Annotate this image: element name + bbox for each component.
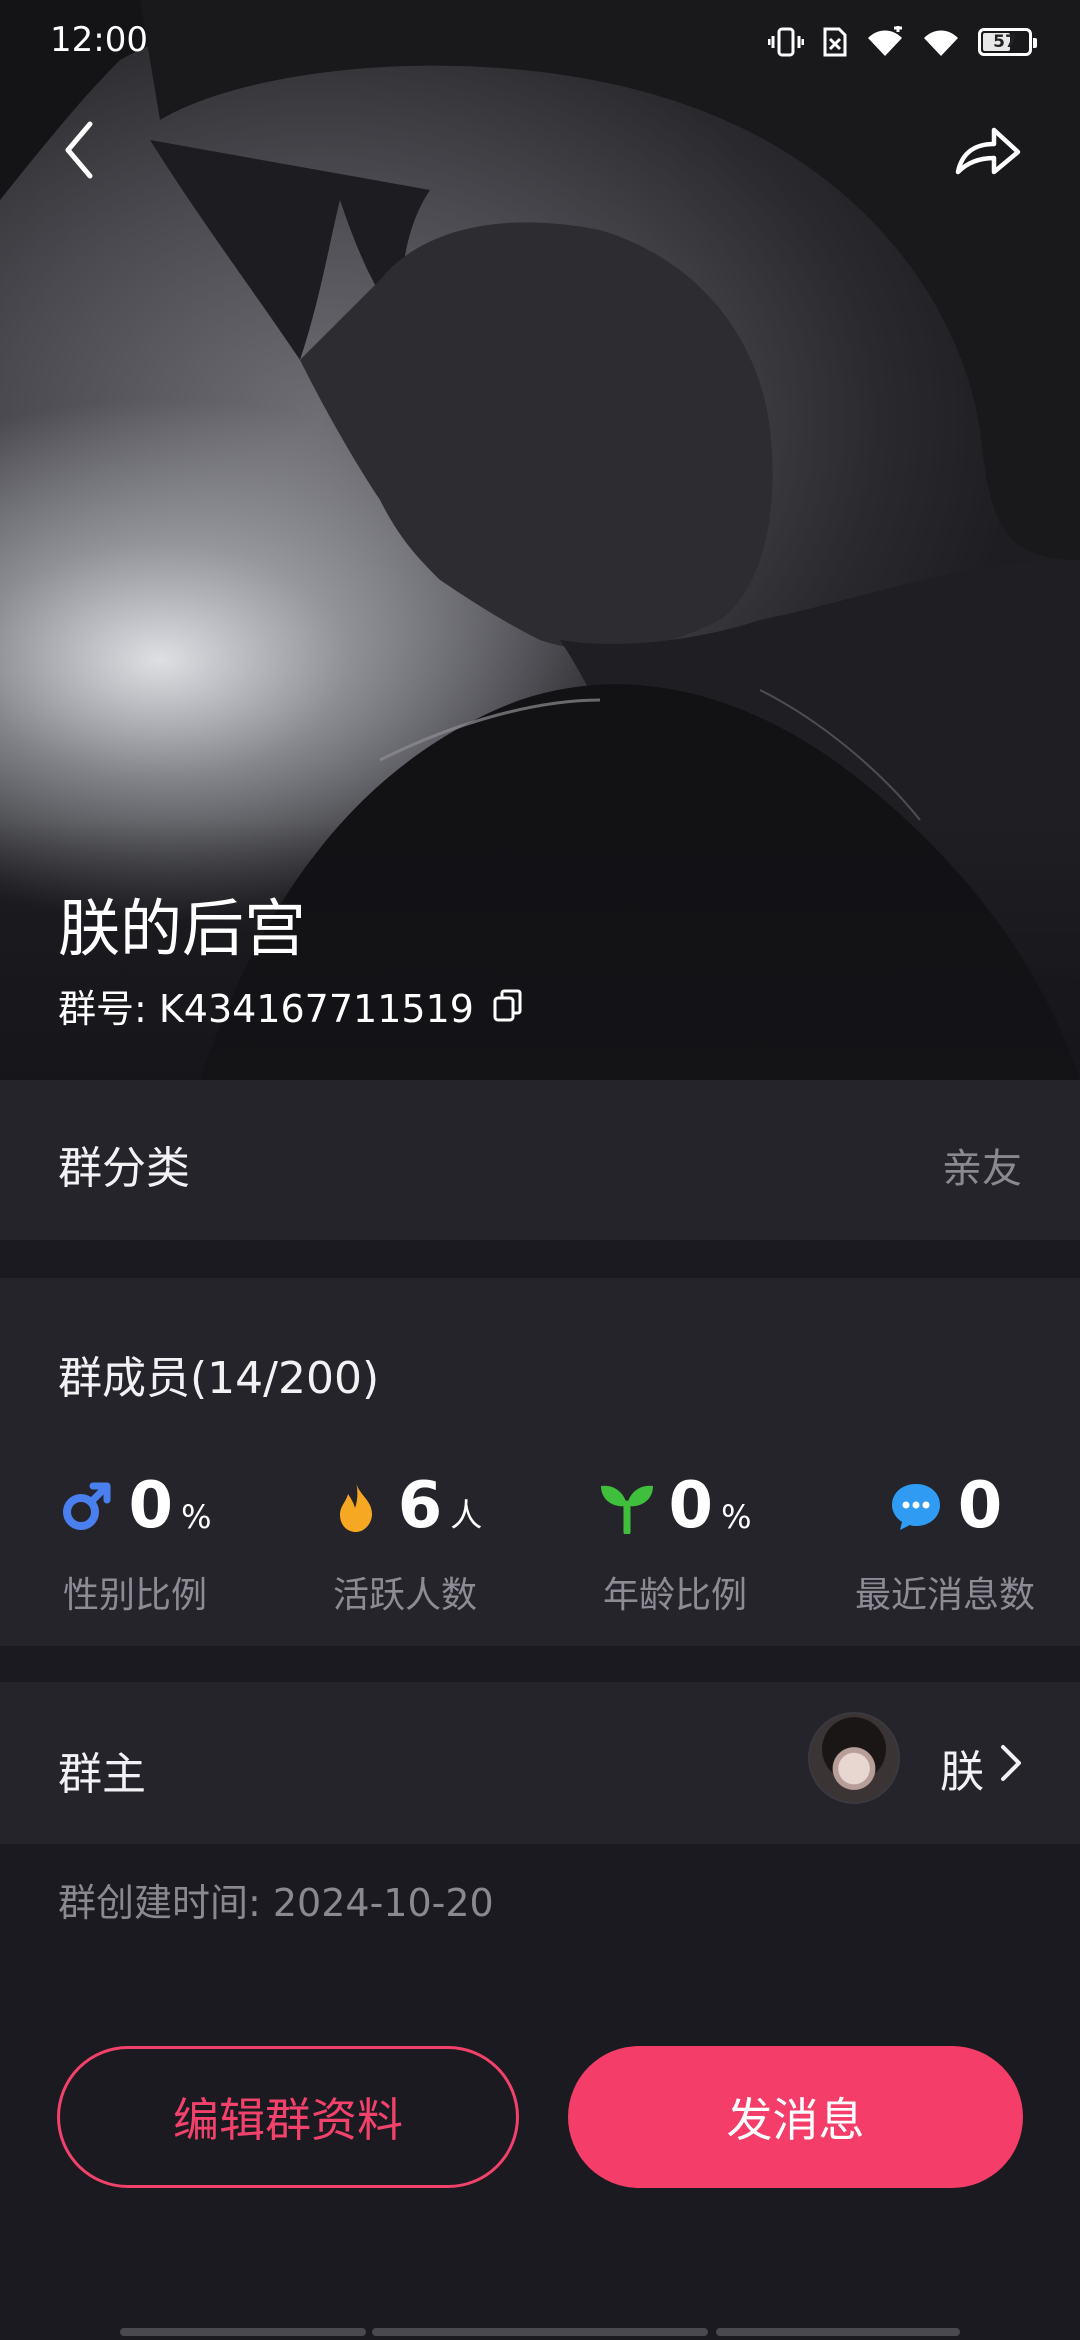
status-time: 12:00 — [50, 20, 148, 60]
stat-active: 6 人 活跃人数 — [270, 1470, 540, 1618]
stat-age-value: 0 — [668, 1469, 714, 1543]
owner-label: 群主 — [58, 1749, 146, 1800]
wifi-icon — [924, 30, 958, 56]
member-stats: 0 % 性别比例 6 人 活跃人数 0 % 年龄比例 0 最近消息数 — [0, 1470, 1080, 1620]
chevron-left-icon[interactable] — [56, 118, 104, 182]
group-name: 朕的后宫 — [58, 892, 307, 965]
stat-messages: 0 最近消息数 — [810, 1470, 1080, 1618]
edit-group-button[interactable]: 编辑群资料 — [57, 2046, 519, 2188]
chevron-right-icon — [1001, 1745, 1021, 1781]
no-sim-icon — [823, 27, 847, 57]
chat-bubble-icon — [891, 1484, 940, 1530]
stat-active-label: 活跃人数 — [332, 1575, 477, 1616]
stat-age-label: 年龄比例 — [602, 1575, 747, 1616]
category-label: 群分类 — [58, 1143, 190, 1194]
stat-active-unit: 人 — [450, 1496, 483, 1534]
category-value: 亲友 — [942, 1146, 1022, 1192]
stat-gender: 0 % 性别比例 — [0, 1470, 270, 1618]
group-id-row: 群号: K434167711519 — [58, 978, 524, 1033]
nav-indicator — [372, 2328, 708, 2336]
members-title: 群成员(14/200) — [58, 1353, 380, 1404]
created-time: 群创建时间: 2024-10-20 — [58, 1881, 494, 1925]
category-row[interactable]: 群分类 亲友 — [0, 1080, 1080, 1240]
stat-age-unit: % — [721, 1498, 752, 1536]
avatar[interactable] — [808, 1712, 900, 1804]
nav-indicator — [120, 2328, 366, 2336]
sprout-icon — [600, 1485, 653, 1534]
send-message-button[interactable]: 发消息 — [568, 2046, 1023, 2188]
stat-active-value: 6 — [397, 1469, 443, 1543]
stat-gender-label: 性别比例 — [62, 1575, 207, 1616]
group-id: 群号: K434167711519 — [58, 987, 474, 1031]
owner-row[interactable]: 群主 — [0, 1682, 1080, 1844]
flame-icon — [339, 1482, 372, 1532]
vibrate-icon — [768, 27, 804, 57]
battery-icon: 57 — [978, 28, 1037, 56]
stat-messages-value: 0 — [957, 1469, 1003, 1543]
stat-messages-label: 最近消息数 — [854, 1575, 1035, 1616]
stat-gender-value: 0 — [128, 1469, 174, 1543]
copy-icon[interactable] — [492, 988, 524, 1024]
wifi-plus-icon — [868, 26, 902, 56]
owner-name: 朕 — [940, 1747, 984, 1798]
share-arrow-icon[interactable] — [952, 118, 1024, 182]
stat-age: 0 % 年龄比例 — [540, 1470, 810, 1618]
battery-level: 57 — [993, 32, 1017, 52]
stat-gender-unit: % — [181, 1498, 212, 1536]
status-bar: 12:00 57 — [0, 0, 1080, 80]
male-gender-icon — [62, 1482, 111, 1530]
nav-indicator — [716, 2328, 960, 2336]
